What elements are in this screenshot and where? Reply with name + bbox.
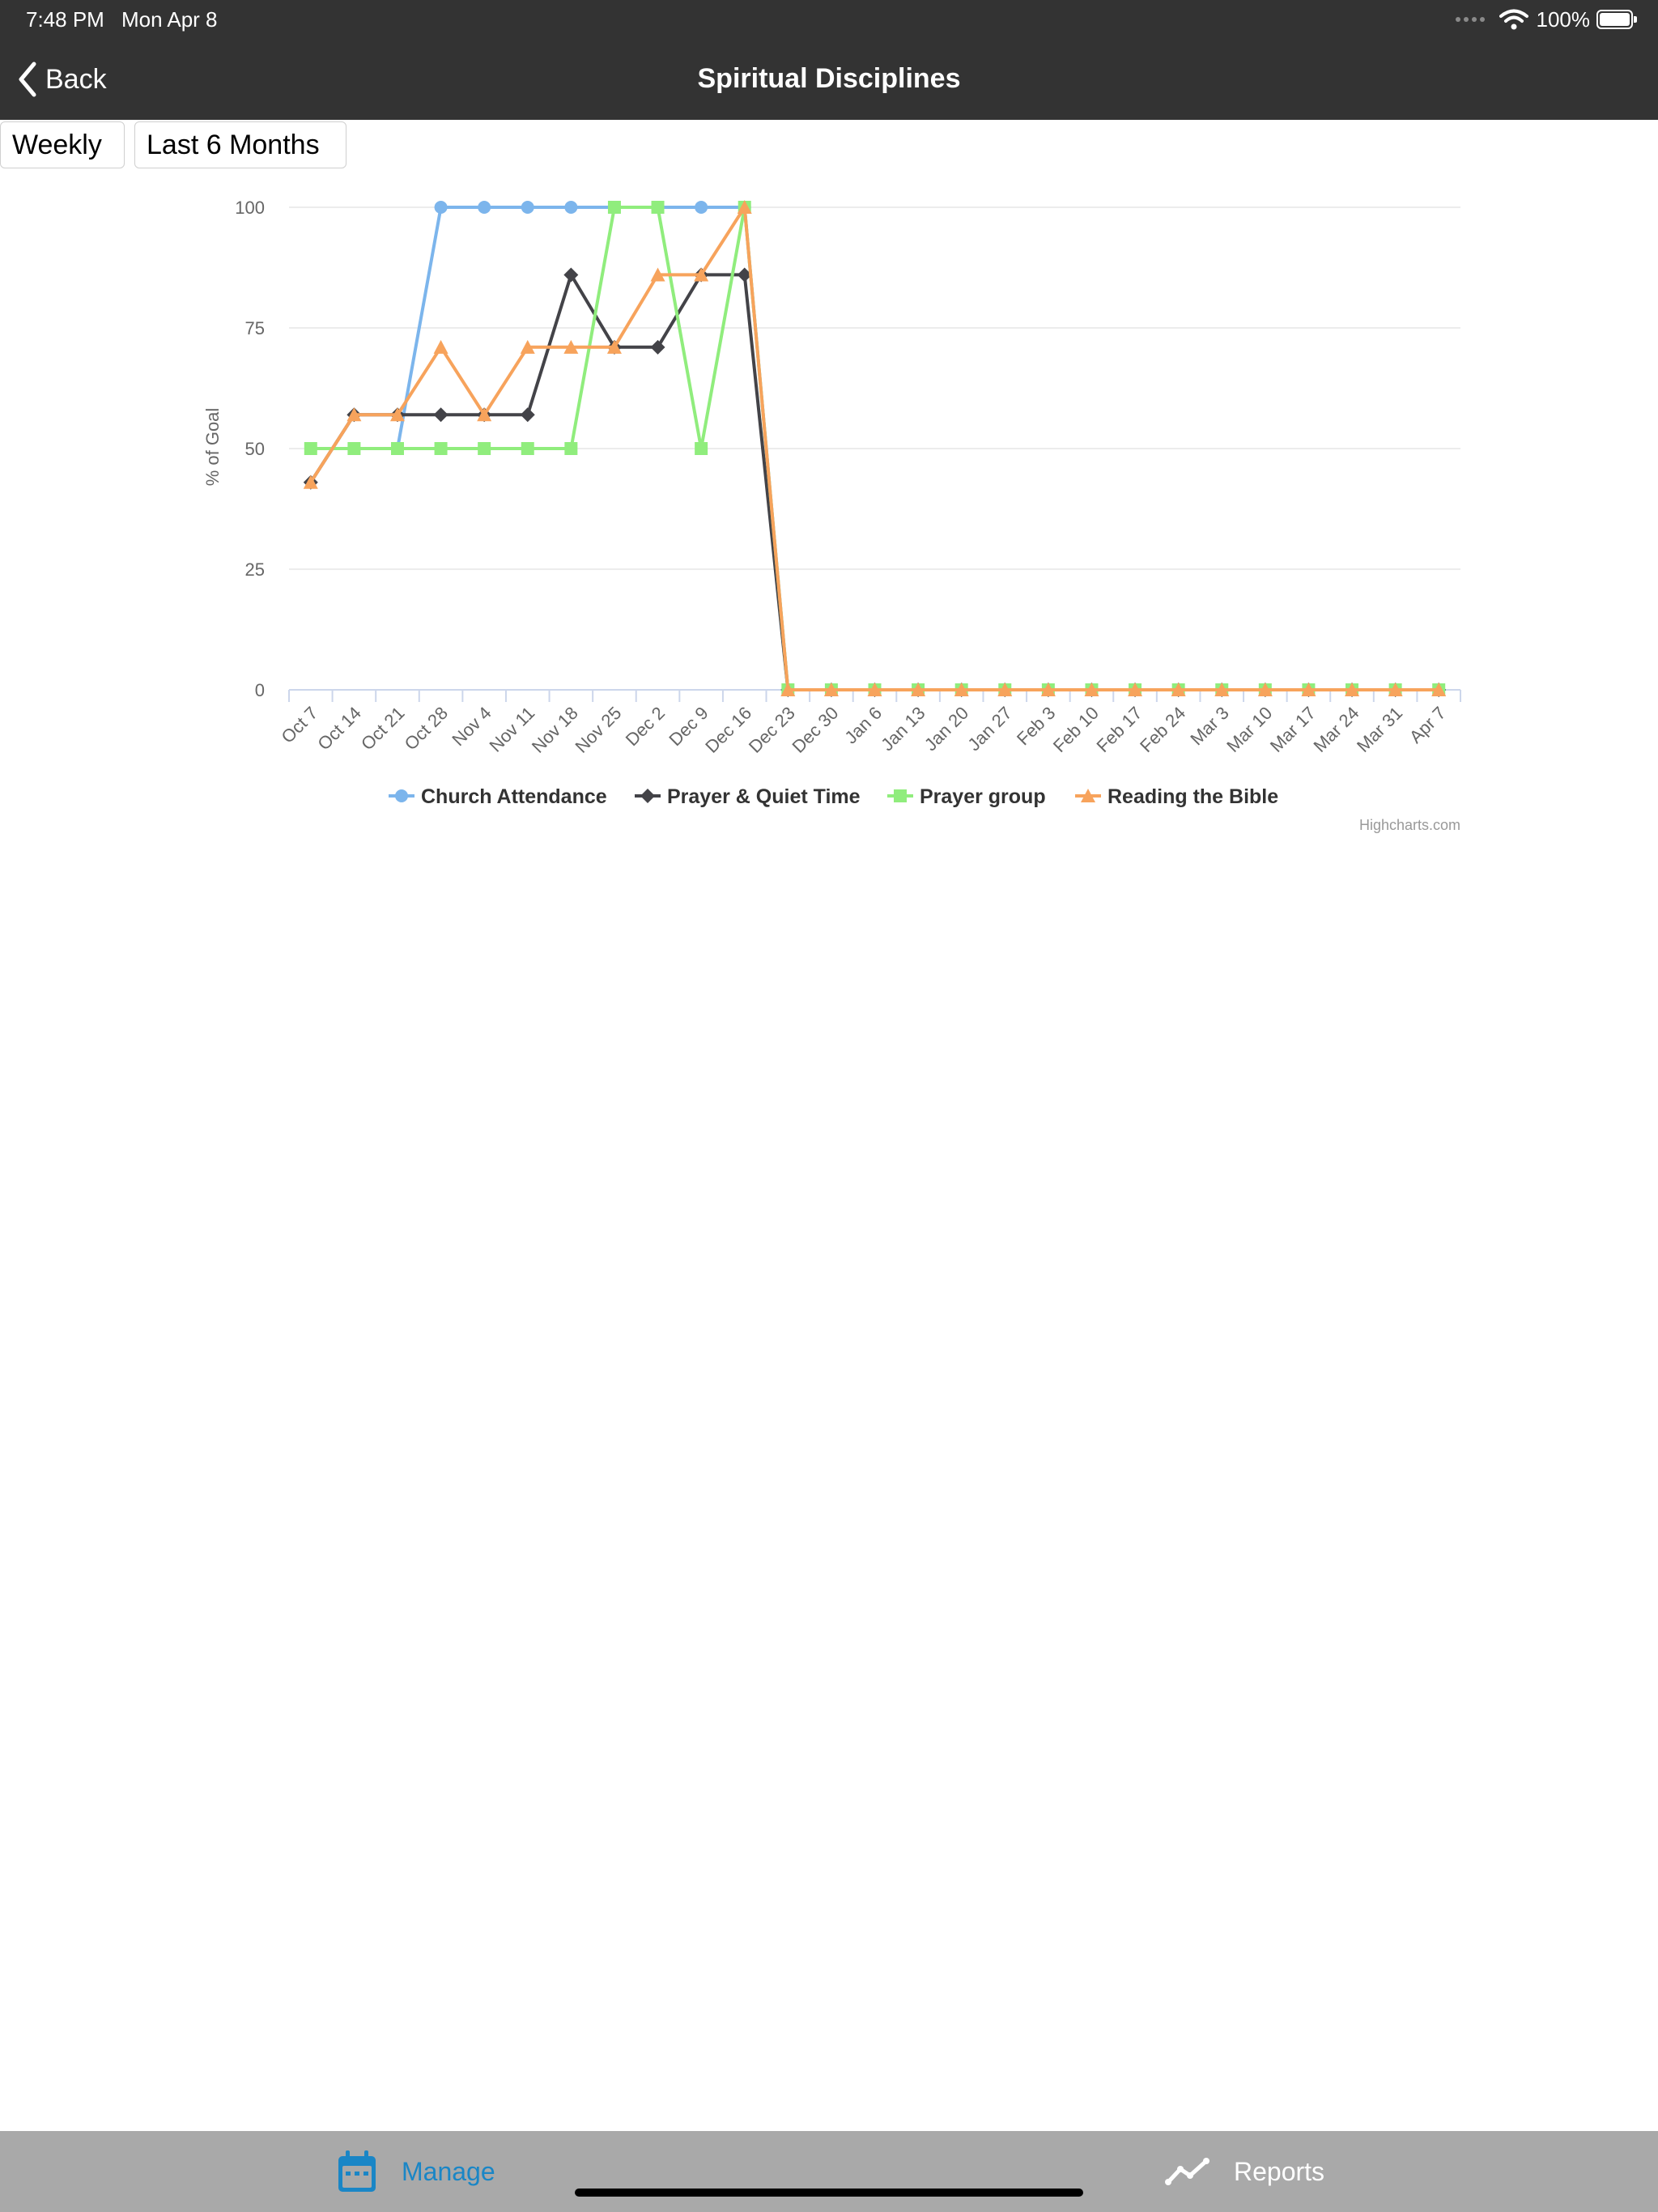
y-axis-label: % of Goal <box>202 408 223 487</box>
y-tick-label: 50 <box>245 439 265 459</box>
x-axis: Oct 7Oct 14Oct 21Oct 28Nov 4Nov 11Nov 18… <box>277 689 1461 757</box>
x-tick-label: Oct 21 <box>357 703 409 755</box>
chart-credits[interactable]: Highcharts.com <box>1359 817 1460 833</box>
tab-manage-label: Manage <box>402 2156 495 2186</box>
x-tick-label: Nov 25 <box>572 703 626 757</box>
data-point[interactable] <box>433 339 449 354</box>
y-tick-label: 75 <box>245 318 265 338</box>
legend-marker[interactable] <box>640 789 655 803</box>
page-title: Spiritual Disciplines <box>697 63 961 94</box>
cellular-signal-icon <box>1455 17 1485 22</box>
status-date: Mon Apr 8 <box>121 7 218 32</box>
x-tick-label: Dec 23 <box>745 703 799 757</box>
x-tick-label: Mar 10 <box>1222 703 1276 756</box>
legend-item[interactable]: Church Attendance <box>389 785 607 808</box>
home-indicator <box>575 2189 1083 2197</box>
tab-bar: Manage Reports <box>0 2131 1658 2212</box>
data-point[interactable] <box>564 442 578 455</box>
data-point[interactable] <box>347 442 361 455</box>
y-axis: 0 25 50 75 100 <box>235 198 265 700</box>
y-tick-label: 100 <box>235 198 265 218</box>
status-time: 7:48 PM <box>26 7 104 32</box>
data-point[interactable] <box>433 407 449 423</box>
x-tick-label: Oct 28 <box>401 703 453 755</box>
x-tick-label: Feb 10 <box>1049 703 1103 756</box>
tab-manage[interactable]: Manage <box>337 2149 495 2194</box>
data-point[interactable] <box>521 201 534 214</box>
wifi-icon <box>1499 9 1528 30</box>
data-point[interactable] <box>607 201 621 214</box>
calendar-icon <box>338 2150 376 2192</box>
data-point[interactable] <box>695 201 708 214</box>
legend-marker[interactable] <box>395 789 408 802</box>
legend-item[interactable]: Reading the Bible <box>1075 785 1278 808</box>
data-point[interactable] <box>304 442 317 455</box>
x-tick-label: Dec 2 <box>622 703 669 750</box>
legend-label: Church Attendance <box>421 785 607 808</box>
x-tick-label: Apr 7 <box>1405 703 1450 747</box>
chart-grid <box>289 206 1460 570</box>
legend-item[interactable]: Prayer group <box>887 785 1046 808</box>
status-indicators: 100% <box>1455 6 1637 33</box>
range-select[interactable]: Last 6 Months <box>134 121 346 168</box>
x-tick-label: Jan 13 <box>877 703 929 755</box>
data-point[interactable] <box>651 201 665 214</box>
legend-marker[interactable] <box>894 789 907 802</box>
chart-line-icon <box>1165 2158 1209 2185</box>
data-point[interactable] <box>434 201 448 214</box>
tab-reports[interactable]: Reports <box>1164 2149 1324 2194</box>
x-tick-label: Jan 27 <box>963 703 1015 755</box>
data-point[interactable] <box>650 339 665 355</box>
line-chart: 0 25 50 75 100 % of Goal Oct 7Oct 14Oct 21Oc… <box>202 198 1461 833</box>
battery-icon <box>1596 10 1637 29</box>
x-tick-label: Dec 16 <box>701 703 755 757</box>
series-line <box>309 273 1439 691</box>
data-point[interactable] <box>478 201 491 214</box>
series-group <box>303 267 1447 697</box>
data-point[interactable] <box>478 442 491 455</box>
period-select[interactable]: Weekly <box>0 121 125 168</box>
data-point[interactable] <box>520 407 535 423</box>
x-tick-label: Nov 18 <box>528 703 582 757</box>
x-tick-label: Oct 14 <box>313 703 365 755</box>
x-tick-label: Mar 31 <box>1353 703 1406 756</box>
legend-item[interactable]: Prayer & Quiet Time <box>635 785 861 808</box>
x-tick-label: Feb 17 <box>1092 703 1146 756</box>
data-point[interactable] <box>564 201 578 214</box>
chart-legend[interactable]: Church Attendance Prayer & Quiet Time Pray… <box>389 785 1278 808</box>
data-point[interactable] <box>563 267 579 283</box>
data-point[interactable] <box>434 442 448 455</box>
battery-percentage: 100% <box>1536 6 1591 32</box>
status-bar: 7:48 PM Mon Apr 8 100% <box>0 0 1658 39</box>
data-point[interactable] <box>390 442 404 455</box>
x-tick-label: Nov 11 <box>485 703 538 756</box>
legend-label: Reading the Bible <box>1107 785 1278 808</box>
legend-label: Prayer group <box>920 785 1046 808</box>
tab-reports-label: Reports <box>1234 2156 1325 2186</box>
legend-label: Prayer & Quiet Time <box>667 785 861 808</box>
x-tick-label: Dec 30 <box>788 703 842 757</box>
data-point[interactable] <box>521 442 534 455</box>
y-tick-label: 25 <box>245 559 265 580</box>
x-tick-label: Mar 17 <box>1266 703 1320 756</box>
data-point[interactable] <box>695 442 708 455</box>
x-tick-label: Mar 24 <box>1309 703 1363 756</box>
x-tick-label: Feb 24 <box>1136 703 1189 756</box>
x-tick-label: Jan 20 <box>920 703 972 755</box>
navigation-bar: Back Spiritual Disciplines <box>0 39 1658 120</box>
y-tick-label: 0 <box>255 680 265 700</box>
